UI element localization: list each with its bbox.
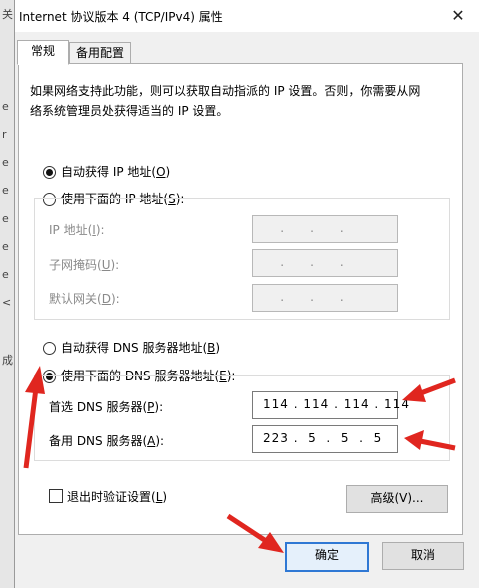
background-glyph: e <box>2 156 9 169</box>
background-glyph: 关 <box>2 8 13 21</box>
ip-separator-dots: ... <box>280 290 370 304</box>
radio-auto-dns-label: 自动获得 DNS 服务器地址(B) <box>61 341 221 355</box>
background-glyph: 成 <box>2 354 13 367</box>
radio-auto-ip-label: 自动获得 IP 地址(O) <box>61 165 171 179</box>
description-line-2: 络系统管理员处获得适当的 IP 设置。 <box>30 104 229 118</box>
title-bar: Internet 协议版本 4 (TCP/IPv4) 属性 ✕ <box>15 0 479 32</box>
general-tab-panel: 如果网络支持此功能，则可以获取自动指派的 IP 设置。否则，你需要从网 络系统管… <box>18 63 463 535</box>
background-glyph: e <box>2 212 9 225</box>
tab-alternate-config[interactable]: 备用配置 <box>69 42 131 65</box>
preferred-dns-value: 114 . 114 . 114 . 114 <box>263 397 410 411</box>
default-gateway-field[interactable]: ... <box>252 284 398 312</box>
radio-button[interactable] <box>43 166 56 179</box>
alternate-dns-label: 备用 DNS 服务器(A): <box>49 434 165 448</box>
background-glyph: < <box>2 296 12 309</box>
background-glyph: e <box>2 240 9 253</box>
background-glyph: e <box>2 268 9 281</box>
tab-general[interactable]: 常规 <box>17 40 69 65</box>
close-icon[interactable]: ✕ <box>443 2 473 30</box>
checkbox[interactable] <box>49 489 63 503</box>
preferred-dns-label: 首选 DNS 服务器(P): <box>49 400 164 414</box>
ip-separator-dots: ... <box>280 221 370 235</box>
validate-on-exit-label: 退出时验证设置(L) <box>67 490 168 504</box>
ip-separator-dots: ... <box>280 255 370 269</box>
description-line-1: 如果网络支持此功能，则可以获取自动指派的 IP 设置。否则，你需要从网 <box>30 84 421 98</box>
preferred-dns-field[interactable]: 114 . 114 . 114 . 114 <box>252 391 409 419</box>
alternate-dns-field[interactable]: 223 . 5 . 5 . 5 <box>252 425 398 453</box>
background-glyph: e <box>2 100 9 113</box>
alternate-dns-value: 223 . 5 . 5 . 5 <box>263 431 383 445</box>
default-gateway-label: 默认网关(D): <box>49 292 120 306</box>
subnet-mask-field[interactable]: ... <box>252 249 398 277</box>
subnet-mask-label: 子网掩码(U): <box>49 258 120 272</box>
cancel-button[interactable]: 取消 <box>382 542 464 570</box>
background-window-strip: 关 e r e e e e e < 成 <box>0 0 15 588</box>
window-title: Internet 协议版本 4 (TCP/IPv4) 属性 <box>19 10 223 24</box>
ip-address-field[interactable]: ... <box>252 215 398 243</box>
ip-address-label: IP 地址(I): <box>49 223 105 237</box>
ipv4-properties-dialog: Internet 协议版本 4 (TCP/IPv4) 属性 ✕ 常规 备用配置 … <box>14 0 479 588</box>
background-glyph: e <box>2 184 9 197</box>
advanced-button[interactable]: 高级(V)... <box>346 485 448 513</box>
background-glyph: r <box>2 128 7 141</box>
ok-button[interactable]: 确定 <box>285 542 369 572</box>
radio-button[interactable] <box>43 342 56 355</box>
